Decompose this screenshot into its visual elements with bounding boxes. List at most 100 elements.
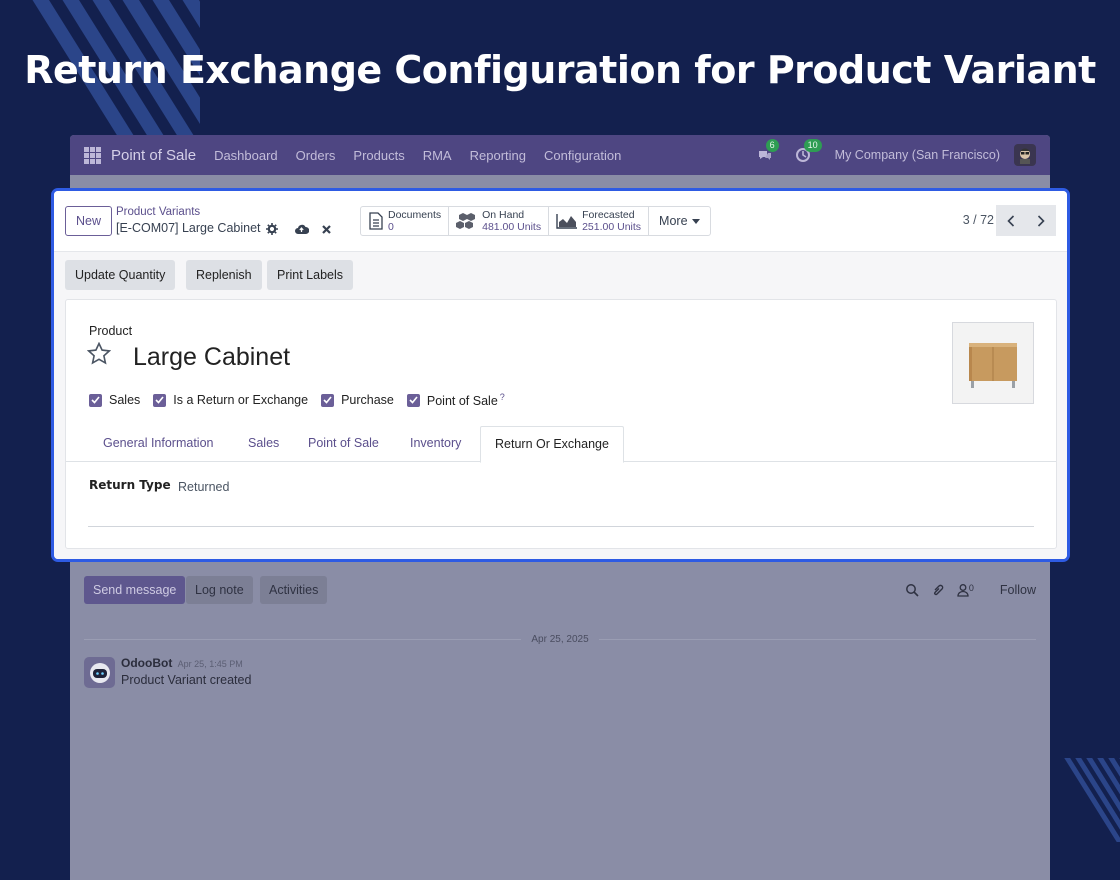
search-icon[interactable]: [905, 583, 919, 597]
odoobot-avatar: [84, 657, 115, 688]
smart-button-label: On Hand: [482, 208, 525, 221]
form-statusbar: Update Quantity Replenish Print Labels: [54, 252, 1067, 297]
hero-title: Return Exchange Configuration for Produc…: [24, 48, 1096, 92]
message-time: Apr 25, 1:45 PM: [177, 659, 243, 669]
nav-menu-reporting[interactable]: Reporting: [470, 148, 526, 163]
user-avatar[interactable]: [1014, 144, 1036, 166]
nav-app-name[interactable]: Point of Sale: [111, 147, 196, 164]
checkbox-label: Point of Sale: [426, 394, 498, 409]
document-icon: [369, 212, 383, 230]
pager-next-button[interactable]: [1026, 205, 1056, 236]
messages-button[interactable]: 6: [757, 139, 779, 163]
pager-value: 3 / 72: [962, 213, 994, 227]
robot-icon: [89, 662, 110, 683]
sales-checkbox[interactable]: Sales: [89, 393, 140, 407]
new-button[interactable]: New: [65, 206, 112, 236]
product-image[interactable]: [952, 322, 1034, 404]
product-name[interactable]: Large Cabinet: [133, 343, 290, 372]
product-flags: Sales Is a Return or Exchange Purchase P…: [89, 392, 505, 408]
checkmark-icon: [89, 393, 102, 407]
control-panel: New Product Variants [E-COM07] Large Cab…: [54, 191, 1067, 252]
navbar-systray: 6 10 My Company (San Francisco): [757, 135, 1036, 175]
caret-down-icon: [691, 218, 700, 224]
activities-button[interactable]: Activities: [260, 576, 328, 604]
user-avatar-icon: [1020, 148, 1030, 164]
tab-inventory[interactable]: Inventory: [410, 426, 461, 462]
tab-return-or-exchange[interactable]: Return Or Exchange: [480, 426, 624, 463]
breadcrumb-current-record: [E-COM07] Large Cabinet: [116, 221, 261, 235]
favorite-star-icon[interactable]: [86, 341, 112, 370]
notebook-tabs: General Information Sales Point of Sale …: [66, 426, 1056, 463]
apps-grid-icon[interactable]: [84, 146, 101, 164]
decorative-stripes-bottom-right: [1048, 758, 1120, 842]
discard-icon[interactable]: [321, 224, 332, 235]
cubes-icon: [456, 213, 476, 229]
company-switcher[interactable]: My Company (San Francisco): [835, 148, 1000, 162]
help-tooltip-icon[interactable]: ?: [500, 392, 505, 402]
form-sheet: Product Large Cabinet Sales Is a Return: [65, 299, 1057, 549]
log-note-button[interactable]: Log note: [186, 576, 253, 604]
followers-button[interactable]: 0: [957, 583, 974, 597]
breadcrumb-product-variants[interactable]: Product Variants: [116, 206, 200, 218]
chatter: Send message Log note Activities 0 Follo…: [70, 567, 1050, 880]
smart-button-value: 251.00 Units: [582, 220, 642, 233]
tab-sales[interactable]: Sales: [248, 426, 279, 462]
activities-button[interactable]: 10: [795, 139, 822, 163]
point-of-sale-checkbox[interactable]: Point of Sale?: [406, 392, 505, 409]
replenish-button[interactable]: Replenish: [186, 260, 262, 290]
top-navbar: Point of Sale Dashboard Orders Products …: [70, 135, 1050, 175]
tab-general-information[interactable]: General Information: [103, 426, 213, 462]
tab-point-of-sale[interactable]: Point of Sale: [308, 426, 379, 462]
chevron-left-icon: [1007, 214, 1015, 227]
checkbox-label: Sales: [109, 393, 141, 408]
update-quantity-button[interactable]: Update Quantity: [65, 260, 176, 290]
smart-button-value: 481.00 Units: [482, 220, 542, 233]
author-name: OdooBot: [121, 656, 173, 670]
cabinet-image-icon: [969, 343, 1017, 388]
print-labels-button[interactable]: Print Labels: [267, 260, 354, 290]
area-chart-icon: [556, 214, 578, 229]
date-separator: Apr 25, 2025: [84, 631, 1037, 647]
nav-menu-configuration[interactable]: Configuration: [544, 148, 621, 163]
checkmark-icon: [153, 393, 167, 407]
return-type-label: Return Type: [89, 478, 171, 492]
followers-count: 0: [968, 583, 974, 593]
checkmark-icon: [321, 393, 335, 407]
messages-badge: 6: [765, 139, 779, 152]
documents-smart-button[interactable]: Documents 0: [361, 207, 450, 235]
record-actions: [266, 223, 332, 235]
chatter-tools: 0 Follow: [905, 576, 1036, 604]
cloud-save-icon[interactable]: [294, 223, 309, 235]
checkbox-label: Purchase: [341, 393, 394, 408]
more-dropdown[interactable]: More: [649, 207, 709, 235]
nav-menu-products[interactable]: Products: [353, 148, 404, 163]
activities-badge: 10: [803, 139, 822, 152]
nav-menu-dashboard[interactable]: Dashboard: [214, 148, 278, 163]
checkmark-icon: [406, 393, 420, 407]
checkbox-label: Is a Return or Exchange: [173, 393, 309, 408]
smart-button-label: Documents: [388, 208, 442, 221]
on-hand-smart-button[interactable]: On Hand 481.00 Units: [449, 207, 550, 235]
send-message-button[interactable]: Send message: [84, 576, 186, 604]
paperclip-icon[interactable]: [931, 583, 945, 597]
more-label: More: [659, 214, 688, 228]
nav-menu-rma[interactable]: RMA: [423, 148, 452, 163]
chevron-right-icon: [1037, 214, 1045, 227]
pager-previous-button[interactable]: [996, 205, 1026, 236]
smart-buttons: Documents 0 On Hand 481.00 Units Forecaste…: [360, 206, 711, 236]
purchase-checkbox[interactable]: Purchase: [321, 393, 394, 407]
user-icon: [957, 584, 969, 597]
message-body: Product Variant created: [121, 673, 252, 687]
gear-icon[interactable]: [266, 223, 278, 235]
message-date: Apr 25, 2025: [531, 633, 589, 645]
message-author: OdooBot Apr 25, 1:45 PM: [121, 656, 243, 670]
return-exchange-checkbox[interactable]: Is a Return or Exchange: [153, 393, 308, 407]
field-divider: [88, 526, 1034, 527]
product-field-label: Product: [89, 324, 133, 338]
forecasted-smart-button[interactable]: Forecasted 251.00 Units: [549, 207, 650, 235]
nav-menu-orders[interactable]: Orders: [296, 148, 336, 163]
smart-button-value: 0: [388, 220, 394, 233]
follow-button[interactable]: Follow: [1000, 583, 1036, 597]
product-variant-form: New Product Variants [E-COM07] Large Cab…: [51, 188, 1070, 562]
return-type-value[interactable]: Returned: [178, 480, 229, 494]
